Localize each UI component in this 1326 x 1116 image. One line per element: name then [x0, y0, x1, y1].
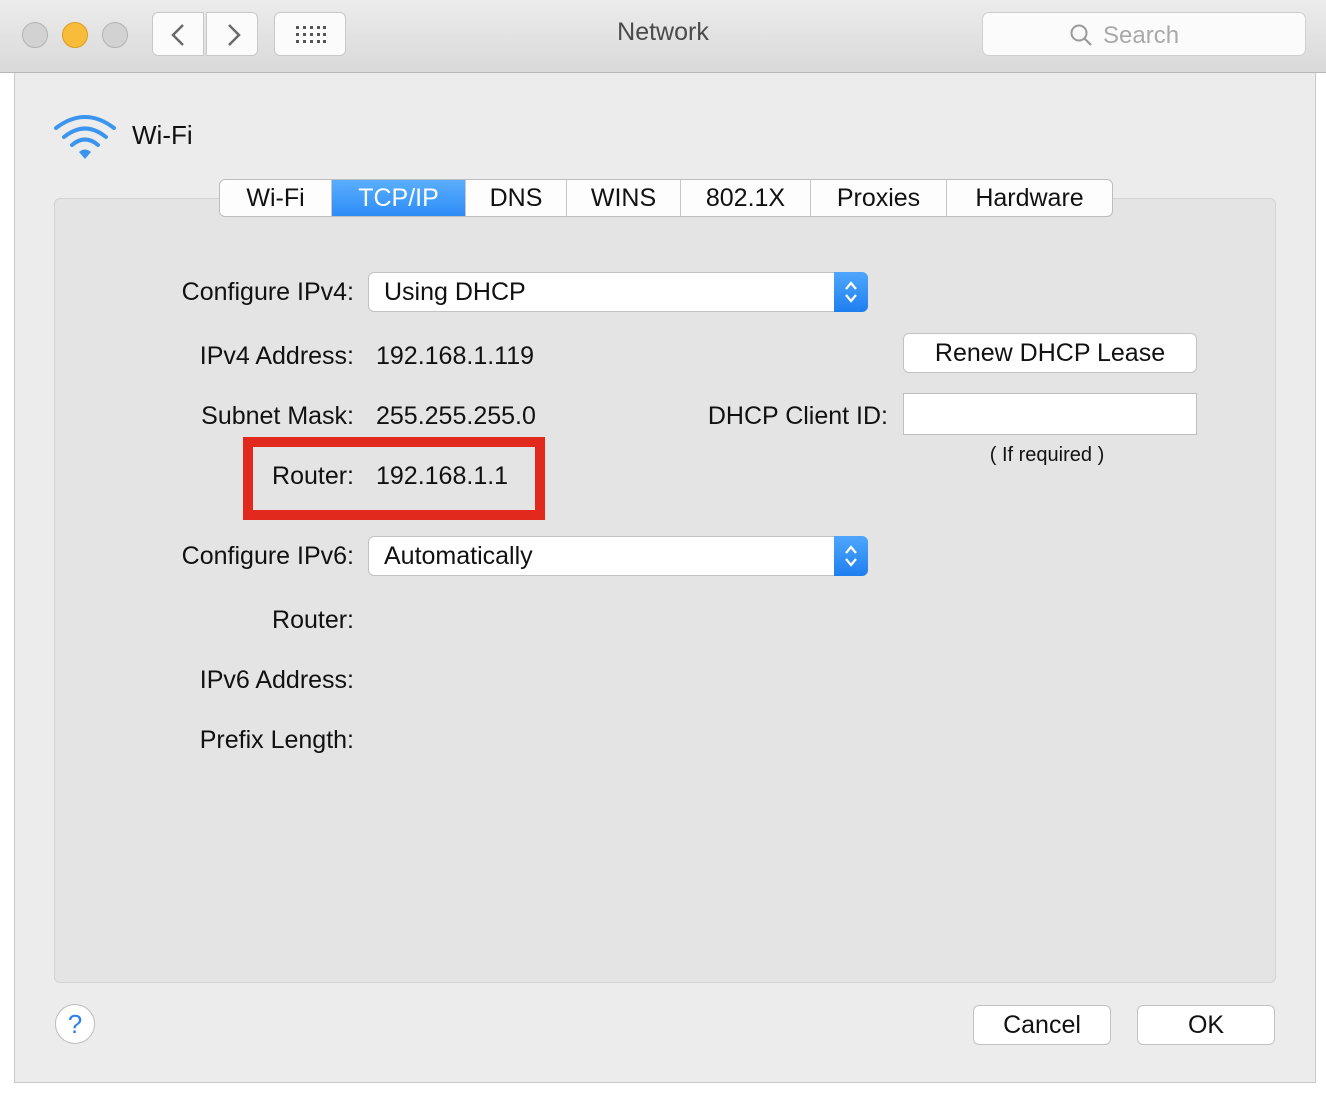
ok-button[interactable]: OK	[1137, 1005, 1275, 1045]
popup-arrows	[834, 272, 868, 312]
dhcp-client-id-field[interactable]	[903, 393, 1197, 435]
router-highlight-box	[243, 437, 545, 520]
service-name: Wi-Fi	[132, 120, 193, 150]
updown-chevron-icon	[845, 281, 857, 303]
renew-dhcp-button[interactable]: Renew DHCP Lease	[903, 333, 1197, 373]
configure-ipv6-value: Automatically	[384, 542, 533, 570]
subnet-mask-label: Subnet Mask:	[201, 402, 354, 430]
updown-chevron-icon	[845, 545, 857, 567]
prefix-length-label: Prefix Length:	[199, 726, 354, 754]
settings-panel	[54, 198, 1276, 983]
tab-wifi[interactable]: Wi-Fi	[220, 180, 332, 216]
cancel-button[interactable]: Cancel	[973, 1005, 1111, 1045]
tab-bar: Wi-Fi TCP/IP DNS WINS 802.1X Proxies Har…	[219, 179, 1113, 217]
tab-tcpip[interactable]: TCP/IP	[332, 180, 466, 216]
tab-hardware[interactable]: Hardware	[947, 180, 1112, 216]
configure-ipv6-popup[interactable]: Automatically	[368, 536, 868, 576]
ipv6-address-label: IPv6 Address:	[199, 666, 354, 694]
client-id-hint: ( If required )	[989, 444, 1105, 466]
tab-8021x[interactable]: 802.1X	[681, 180, 811, 216]
popup-arrows	[834, 536, 868, 576]
tab-dns[interactable]: DNS	[466, 180, 567, 216]
configure-ipv4-label: Configure IPv4:	[181, 278, 354, 306]
ipv4-address-value: 192.168.1.119	[376, 342, 535, 370]
ipv4-address-label: IPv4 Address:	[199, 342, 354, 370]
help-button[interactable]: ?	[55, 1004, 95, 1044]
tab-wins[interactable]: WINS	[567, 180, 681, 216]
configure-ipv4-popup[interactable]: Using DHCP	[368, 272, 868, 312]
network-window: Network Search Wi-Fi Wi-Fi TCP/IP DNS WI…	[0, 0, 1326, 1116]
search-placeholder: Search	[1103, 22, 1180, 49]
configure-ipv6-label: Configure IPv6:	[181, 542, 354, 570]
search-icon	[1070, 24, 1092, 46]
wifi-icon	[54, 115, 116, 159]
dhcp-client-id-label: DHCP Client ID:	[707, 402, 888, 430]
tab-proxies[interactable]: Proxies	[811, 180, 947, 216]
search-field[interactable]: Search	[982, 12, 1306, 56]
configure-ipv4-value: Using DHCP	[384, 278, 526, 306]
title-bar: Network Search	[0, 0, 1326, 73]
ipv6-router-label: Router:	[272, 606, 354, 634]
subnet-mask-value: 255.255.255.0	[376, 402, 536, 430]
